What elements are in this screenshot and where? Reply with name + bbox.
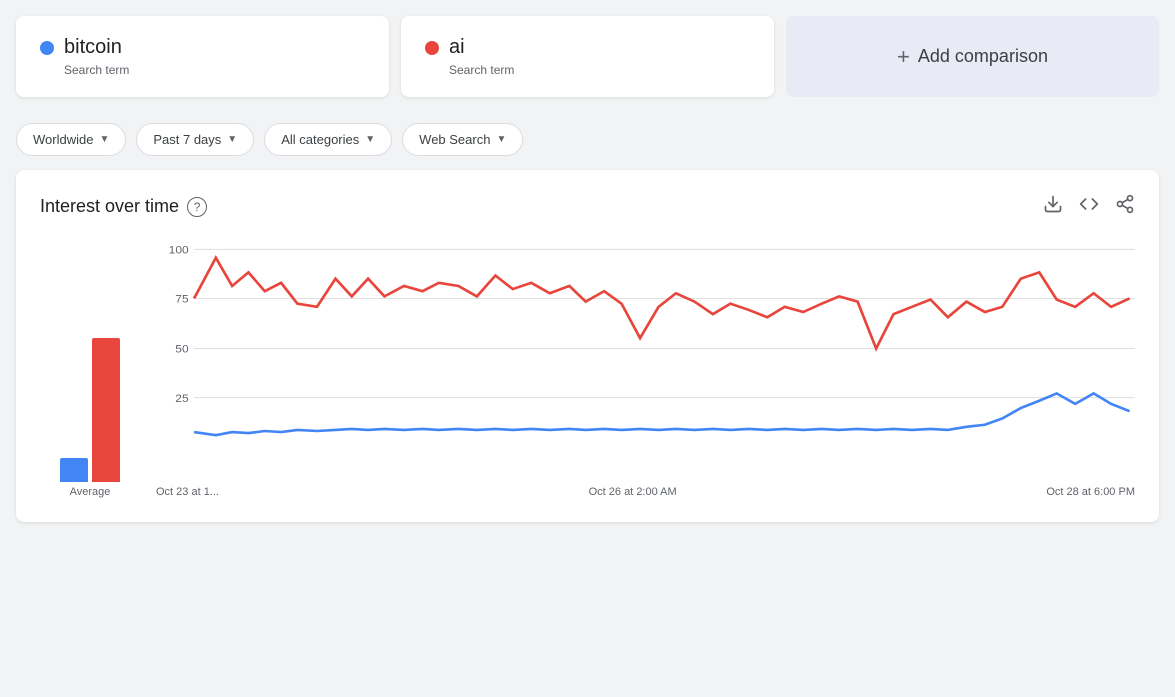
- category-filter-label: All categories: [281, 132, 359, 147]
- add-comparison-card[interactable]: + Add comparison: [786, 16, 1159, 97]
- svg-text:100: 100: [169, 244, 189, 257]
- chart-actions: [1043, 194, 1135, 219]
- x-label-2: Oct 26 at 2:00 AM: [589, 486, 677, 498]
- chart-title-row: Interest over time ?: [40, 196, 207, 217]
- help-symbol: ?: [194, 200, 201, 214]
- bitcoin-subtitle: Search term: [64, 63, 365, 77]
- time-filter[interactable]: Past 7 days ▼: [136, 123, 254, 156]
- avg-bar-bitcoin: [92, 338, 120, 482]
- ai-label: ai: [449, 36, 465, 59]
- bitcoin-label: bitcoin: [64, 36, 122, 59]
- line-chart-container: 100 75 50 25 Oct 23 at 1... Oct 26 at 2:: [156, 239, 1135, 498]
- avg-bar-ai: [60, 458, 88, 482]
- category-filter[interactable]: All categories ▼: [264, 123, 392, 156]
- time-chevron-icon: ▼: [227, 134, 237, 145]
- svg-text:50: 50: [175, 343, 189, 356]
- avg-bars: [60, 282, 120, 482]
- chart-title: Interest over time: [40, 196, 179, 217]
- svg-text:25: 25: [175, 392, 189, 405]
- search-type-chevron-icon: ▼: [496, 134, 506, 145]
- search-type-filter[interactable]: Web Search ▼: [402, 123, 523, 156]
- red-line: [194, 258, 1129, 349]
- help-icon[interactable]: ?: [187, 197, 207, 217]
- top-cards-row: bitcoin Search term ai Search term + Add…: [16, 16, 1159, 97]
- x-label-3: Oct 28 at 6:00 PM: [1046, 486, 1135, 498]
- svg-text:75: 75: [175, 293, 189, 306]
- embed-icon[interactable]: [1079, 194, 1099, 219]
- chart-area: Average 100 75 50 25: [40, 239, 1135, 498]
- ai-dot: [425, 41, 439, 55]
- chart-card: Interest over time ?: [16, 170, 1159, 522]
- main-container: bitcoin Search term ai Search term + Add…: [0, 0, 1175, 538]
- term-title-ai: ai: [425, 36, 750, 59]
- region-filter-label: Worldwide: [33, 132, 93, 147]
- term-card-ai: ai Search term: [401, 16, 774, 97]
- term-card-bitcoin: bitcoin Search term: [16, 16, 389, 97]
- download-icon[interactable]: [1043, 194, 1063, 219]
- avg-section: Average: [40, 282, 140, 498]
- add-comparison-label: Add comparison: [918, 46, 1048, 67]
- x-label-1: Oct 23 at 1...: [156, 486, 219, 498]
- line-chart-svg: 100 75 50 25: [156, 239, 1135, 479]
- x-axis-labels: Oct 23 at 1... Oct 26 at 2:00 AM Oct 28 …: [156, 482, 1135, 498]
- plus-icon: +: [897, 44, 910, 70]
- term-title-bitcoin: bitcoin: [40, 36, 365, 59]
- category-chevron-icon: ▼: [365, 134, 375, 145]
- avg-label: Average: [70, 486, 111, 498]
- ai-subtitle: Search term: [449, 63, 750, 77]
- region-chevron-icon: ▼: [99, 134, 109, 145]
- blue-line: [194, 393, 1129, 435]
- time-filter-label: Past 7 days: [153, 132, 221, 147]
- filter-bar: Worldwide ▼ Past 7 days ▼ All categories…: [16, 109, 1159, 170]
- share-icon[interactable]: [1115, 194, 1135, 219]
- region-filter[interactable]: Worldwide ▼: [16, 123, 126, 156]
- search-type-filter-label: Web Search: [419, 132, 490, 147]
- bitcoin-dot: [40, 41, 54, 55]
- chart-header: Interest over time ?: [40, 194, 1135, 219]
